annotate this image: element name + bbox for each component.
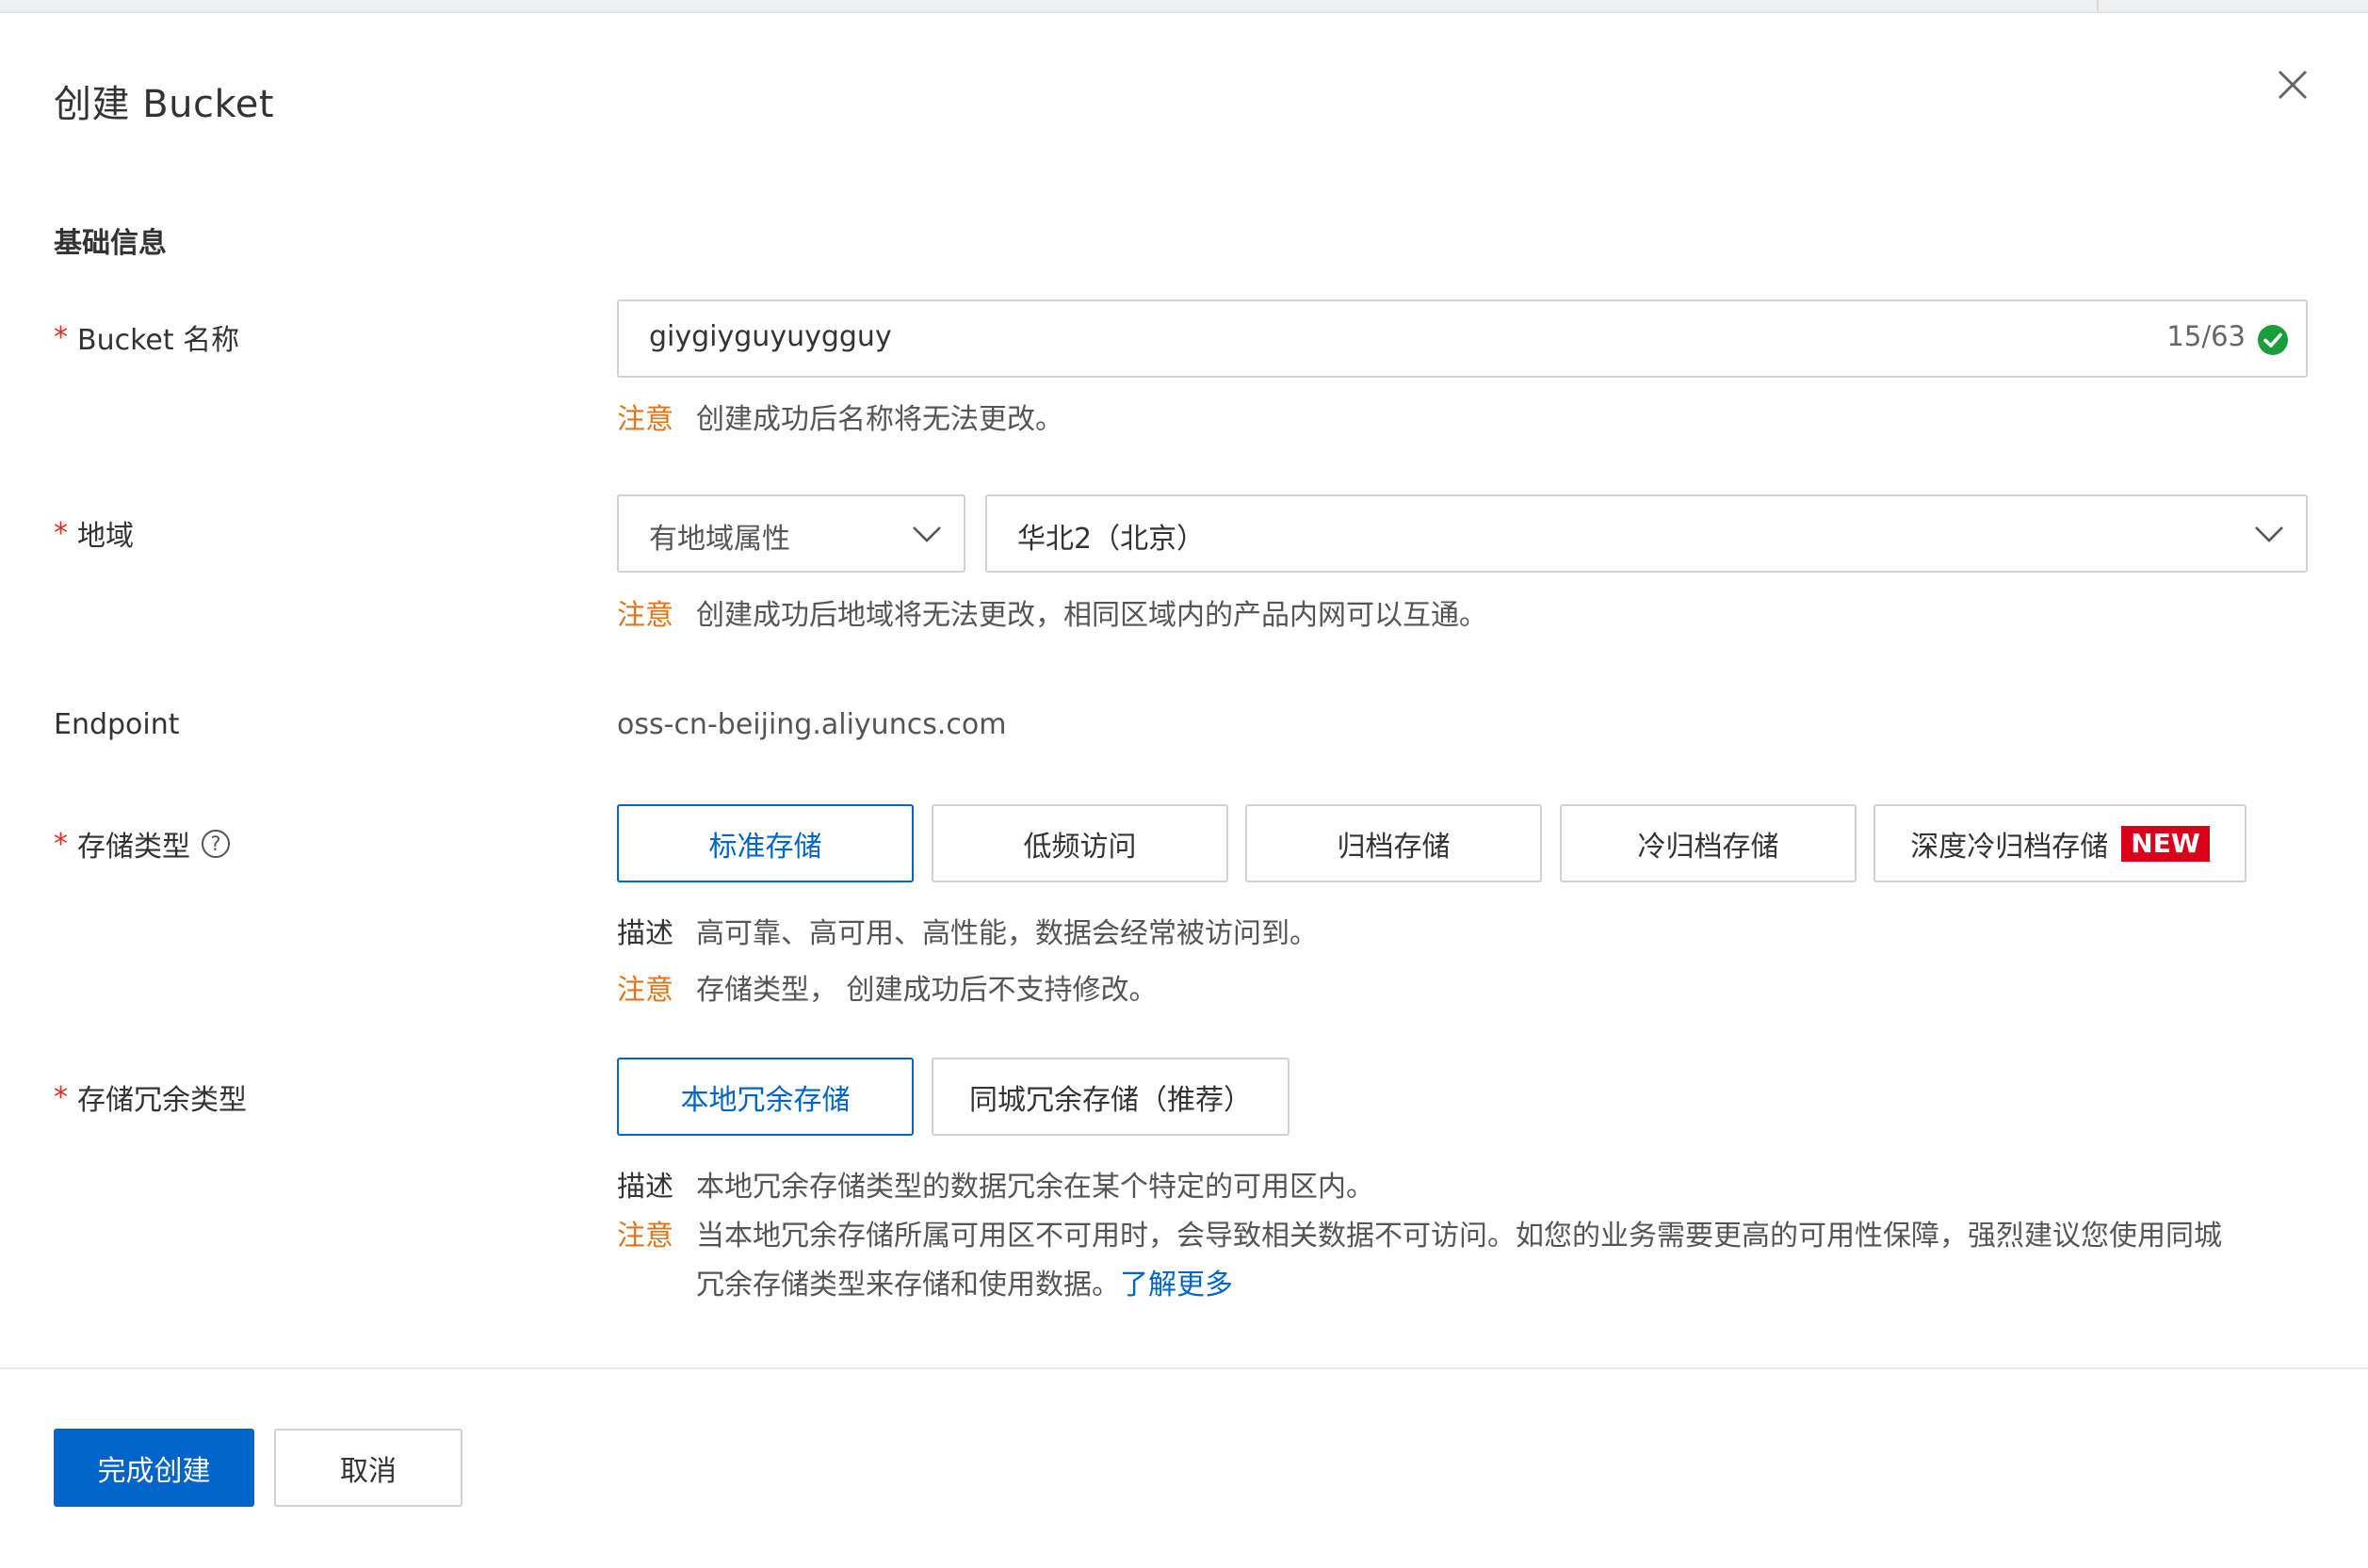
storage-class-label-text: 存储类型 xyxy=(77,831,190,864)
bucket-name-counter: 15/63 xyxy=(2166,320,2246,352)
required-mark: * xyxy=(54,516,68,550)
desc-text: 本地冗余存储类型的数据冗余在某个特定的可用区内。 xyxy=(696,1171,1374,1204)
chevron-down-icon xyxy=(2255,526,2283,542)
region-select[interactable]: 华北2（北京） xyxy=(985,494,2308,573)
redundancy-label: * 存储冗余类型 xyxy=(54,1076,247,1118)
redundancy-note: 注意 当本地冗余存储所属可用区不可用时，会导致相关数据不可访问。如您的业务需要更… xyxy=(617,1212,2222,1310)
option-label: 标准存储 xyxy=(708,830,822,864)
desc-key: 描述 xyxy=(617,917,673,950)
storage-option-cold-archive[interactable]: 冷归档存储 xyxy=(1560,804,1857,882)
region-label-text: 地域 xyxy=(77,520,134,553)
redundancy-label-text: 存储冗余类型 xyxy=(77,1084,247,1117)
dialog-title: 创建 Bucket xyxy=(54,83,275,126)
note-text: 创建成功后地域将无法更改，相同区域内的产品内网可以互通。 xyxy=(696,599,1487,632)
note-key: 注意 xyxy=(617,403,673,436)
required-mark: * xyxy=(54,320,68,354)
storage-class-note: 注意 存储类型， 创建成功后不支持修改。 xyxy=(617,966,1158,1008)
storage-option-archive[interactable]: 归档存储 xyxy=(1245,804,1542,882)
redundancy-option-lrs[interactable]: 本地冗余存储 xyxy=(617,1058,914,1136)
storage-option-ia[interactable]: 低频访问 xyxy=(932,804,1228,882)
region-value: 华北2（北京） xyxy=(1017,523,1206,556)
region-type-value: 有地域属性 xyxy=(649,523,790,556)
section-title-basic-info: 基础信息 xyxy=(54,227,167,260)
desc-text: 高可靠、高可用、高性能，数据会经常被访问到。 xyxy=(696,917,1318,950)
option-label: 本地冗余存储 xyxy=(680,1083,851,1117)
bucket-name-label-text: Bucket 名称 xyxy=(77,324,240,357)
top-edge xyxy=(0,0,2368,13)
region-label: * 地域 xyxy=(54,512,134,554)
desc-key: 描述 xyxy=(617,1171,673,1204)
endpoint-label-text: Endpoint xyxy=(54,708,180,741)
chevron-down-icon xyxy=(913,526,941,542)
endpoint-value: oss-cn-beijing.aliyuncs.com xyxy=(617,708,1007,741)
note-text: 当本地冗余存储所属可用区不可用时，会导致相关数据不可访问。如您的业务需要更高的可… xyxy=(696,1212,2222,1310)
bucket-name-note: 注意 创建成功后名称将无法更改。 xyxy=(617,396,1063,437)
storage-class-label: * 存储类型 ? xyxy=(54,823,230,865)
note-line-2-text: 冗余存储类型来存储和使用数据。 xyxy=(696,1269,1120,1301)
option-label: 归档存储 xyxy=(1337,830,1451,864)
cancel-button[interactable]: 取消 xyxy=(274,1429,462,1507)
note-line-1: 当本地冗余存储所属可用区不可用时，会导致相关数据不可访问。如您的业务需要更高的可… xyxy=(696,1220,2222,1253)
required-mark: * xyxy=(54,827,68,861)
redundancy-desc: 描述 本地冗余存储类型的数据冗余在某个特定的可用区内。 xyxy=(617,1163,1374,1204)
note-key: 注意 xyxy=(617,974,673,1007)
check-circle-icon xyxy=(2258,325,2288,355)
close-icon[interactable] xyxy=(2274,66,2311,104)
option-label: 同城冗余存储（推荐） xyxy=(969,1083,1252,1117)
region-note: 注意 创建成功后地域将无法更改，相同区域内的产品内网可以互通。 xyxy=(617,591,1487,633)
submit-button[interactable]: 完成创建 xyxy=(54,1429,254,1507)
required-mark: * xyxy=(54,1080,68,1114)
option-label: 冷归档存储 xyxy=(1637,830,1779,864)
bucket-name-input[interactable]: giygiyguyuygguy 15/63 xyxy=(617,299,2308,378)
redundancy-option-zrs[interactable]: 同城冗余存储（推荐） xyxy=(932,1058,1289,1136)
new-badge: NEW xyxy=(2121,825,2210,862)
option-label: 低频访问 xyxy=(1023,830,1137,864)
bucket-name-value[interactable]: giygiyguyuygguy xyxy=(649,320,892,353)
help-icon[interactable]: ? xyxy=(202,830,230,858)
learn-more-link[interactable]: 了解更多 xyxy=(1120,1269,1233,1301)
option-label: 深度冷归档存储 xyxy=(1910,830,2109,864)
footer-divider xyxy=(0,1367,2368,1369)
note-key: 注意 xyxy=(617,1220,673,1253)
top-edge-divider xyxy=(2097,0,2099,11)
storage-option-deep-cold-archive[interactable]: 深度冷归档存储 NEW xyxy=(1873,804,2246,882)
storage-class-desc: 描述 高可靠、高可用、高性能，数据会经常被访问到。 xyxy=(617,910,1318,951)
region-type-select[interactable]: 有地域属性 xyxy=(617,494,965,573)
note-key: 注意 xyxy=(617,599,673,632)
storage-option-standard[interactable]: 标准存储 xyxy=(617,804,914,882)
note-text: 创建成功后名称将无法更改。 xyxy=(696,403,1063,436)
endpoint-label: Endpoint xyxy=(54,708,180,741)
note-text: 存储类型， 创建成功后不支持修改。 xyxy=(696,974,1158,1007)
note-line-2: 冗余存储类型来存储和使用数据。了解更多 xyxy=(696,1261,2222,1310)
bucket-name-label: * Bucket 名称 xyxy=(54,316,239,358)
